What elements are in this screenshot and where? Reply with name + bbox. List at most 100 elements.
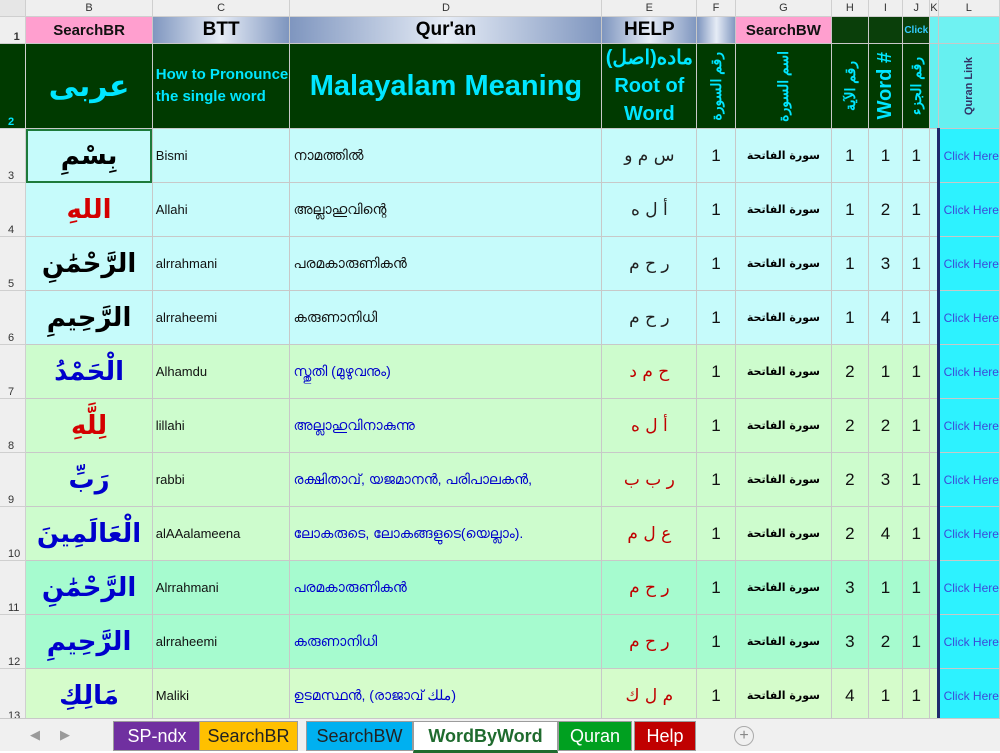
pronunciation-cell[interactable]: Maliki [152, 668, 291, 718]
surah-name-cell[interactable]: سورة الفاتحة [735, 290, 833, 345]
word-number-cell[interactable]: 2 [868, 614, 904, 669]
juz-number-cell[interactable]: 1 [902, 452, 931, 507]
quran-link-click-here[interactable]: Click Here [936, 398, 1000, 453]
pronunciation-cell[interactable]: Bismi [152, 128, 291, 183]
row-number[interactable]: 8 [0, 398, 27, 453]
arabic-word-cell[interactable]: بِسْمِ [25, 128, 153, 183]
arabic-word-cell[interactable]: اللهِ [25, 182, 153, 237]
root-word-cell[interactable]: س م و [601, 128, 698, 183]
quran-link-click-here[interactable]: Click Here [936, 182, 1000, 237]
juz-number-cell[interactable]: 1 [902, 236, 931, 291]
row-number[interactable]: 11 [0, 560, 27, 615]
cell-k[interactable] [929, 398, 939, 453]
malayalam-meaning-cell[interactable]: ഉടമസ്ഥൻ, (രാജാവ് ملك) [289, 668, 603, 718]
add-sheet-icon[interactable]: + [734, 726, 754, 746]
arabic-column-header[interactable]: عربى [25, 43, 153, 129]
malayalam-meaning-cell[interactable]: കരുണാനിധി [289, 290, 603, 345]
quran-link-header[interactable]: Quran Link [938, 43, 1000, 129]
column-header-k[interactable]: K [929, 0, 939, 17]
malayalam-meaning-cell[interactable]: അല്ലാഹുവിനാകുന്നു [289, 398, 603, 453]
ayah-number-cell[interactable]: 2 [831, 398, 869, 453]
root-word-cell[interactable]: م ل ك [601, 668, 698, 718]
pronunciation-cell[interactable]: rabbi [152, 452, 291, 507]
malayalam-meaning-cell[interactable]: അല്ലാഹുവിന്റെ [289, 182, 603, 237]
surah-number-header[interactable]: رقم السورة [696, 43, 736, 129]
root-word-cell[interactable]: ع ل م [601, 506, 698, 561]
row-number[interactable]: 12 [0, 614, 27, 669]
row-number[interactable]: 6 [0, 290, 27, 345]
surah-number-cell[interactable]: 1 [696, 344, 736, 399]
sheet-tab-quran[interactable]: Quran [558, 721, 632, 751]
surah-name-cell[interactable]: سورة الفاتحة [735, 560, 833, 615]
juz-number-cell[interactable]: 1 [902, 398, 931, 453]
pronunciation-cell[interactable]: alAAalameena [152, 506, 291, 561]
surah-name-cell[interactable]: سورة الفاتحة [735, 236, 833, 291]
pronounce-column-header[interactable]: How to Pronounce the single word [152, 43, 291, 129]
row-number[interactable]: 7 [0, 344, 27, 399]
column-header-f[interactable]: F [696, 0, 736, 17]
quran-link-click-here[interactable]: Click Here [936, 344, 1000, 399]
ayah-number-cell[interactable]: 1 [831, 236, 869, 291]
surah-name-cell[interactable]: سورة الفاتحة [735, 506, 833, 561]
root-word-cell[interactable]: ر ح م [601, 560, 698, 615]
cell-k[interactable] [929, 614, 939, 669]
cell-k[interactable] [929, 668, 939, 718]
ayah-number-cell[interactable]: 2 [831, 452, 869, 507]
surah-name-cell[interactable]: سورة الفاتحة [735, 452, 833, 507]
arabic-word-cell[interactable]: الرَّحِيمِ [25, 614, 153, 669]
arabic-word-cell[interactable]: لِلَّهِ [25, 398, 153, 453]
cell-k1[interactable] [929, 16, 939, 44]
juz-number-cell[interactable]: 1 [902, 182, 931, 237]
surah-number-cell[interactable]: 1 [696, 398, 736, 453]
ayah-number-cell[interactable]: 2 [831, 506, 869, 561]
select-all-corner[interactable] [0, 0, 27, 17]
cell-f1[interactable] [696, 16, 736, 44]
quran-link-click-here[interactable]: Click Here [936, 560, 1000, 615]
juz-number-cell[interactable]: 1 [902, 344, 931, 399]
quran-link-click-here[interactable]: Click Here [936, 236, 1000, 291]
row-number[interactable]: 4 [0, 182, 27, 237]
word-number-header[interactable]: Word # [868, 43, 904, 129]
surah-number-cell[interactable]: 1 [696, 506, 736, 561]
malayalam-meaning-cell[interactable]: സ്തുതി (മുഴുവനും) [289, 344, 603, 399]
root-word-cell[interactable]: ح م د [601, 344, 698, 399]
pronunciation-cell[interactable]: Allahi [152, 182, 291, 237]
root-of-word-header[interactable]: ماده(اصل) Root of Word [601, 43, 698, 129]
sheet-tab-searchbw[interactable]: SearchBW [306, 721, 413, 751]
pronunciation-cell[interactable]: Alrrahmani [152, 560, 291, 615]
cell-k[interactable] [929, 182, 939, 237]
searchbw-link-cell[interactable]: SearchBW [735, 16, 833, 44]
cell-k[interactable] [929, 290, 939, 345]
juz-number-header[interactable]: رقم الجزء [902, 43, 931, 129]
malayalam-meaning-cell[interactable]: പരമകാരുണികൻ [289, 236, 603, 291]
click-link-cell[interactable]: Click [902, 16, 931, 44]
ayah-number-cell[interactable]: 1 [831, 128, 869, 183]
searchbr-link-cell[interactable]: SearchBR [25, 16, 153, 44]
cell-l1[interactable] [938, 16, 1000, 44]
help-link-cell[interactable]: HELP [601, 16, 698, 44]
pronunciation-cell[interactable]: alrraheemi [152, 290, 291, 345]
word-number-cell[interactable]: 2 [868, 182, 904, 237]
column-header-g[interactable]: G [735, 0, 833, 17]
arabic-word-cell[interactable]: الْحَمْدُ [25, 344, 153, 399]
column-header-b[interactable]: B [25, 0, 153, 17]
quran-link-click-here[interactable]: Click Here [936, 506, 1000, 561]
row-number[interactable]: 5 [0, 236, 27, 291]
malayalam-meaning-header[interactable]: Malayalam Meaning [289, 43, 603, 129]
malayalam-meaning-cell[interactable]: പരമകാരുണികൻ [289, 560, 603, 615]
surah-name-cell[interactable]: سورة الفاتحة [735, 344, 833, 399]
ayah-number-header[interactable]: رقم الآية [831, 43, 869, 129]
column-header-c[interactable]: C [152, 0, 291, 17]
root-word-cell[interactable]: أ ل ه [601, 182, 698, 237]
prev-sheet-arrow-icon[interactable]: ◀ [30, 727, 40, 743]
root-word-cell[interactable]: ر ح م [601, 614, 698, 669]
arabic-word-cell[interactable]: مَالِكِ [25, 668, 153, 718]
root-word-cell[interactable]: ر ح م [601, 236, 698, 291]
sheet-tab-searchbr[interactable]: SearchBR [199, 721, 298, 751]
column-header-j[interactable]: J [902, 0, 931, 17]
root-word-cell[interactable]: ر ب ب [601, 452, 698, 507]
malayalam-meaning-cell[interactable]: കരുണാനിധി [289, 614, 603, 669]
arabic-word-cell[interactable]: الرَّحْمَٰنِ [25, 236, 153, 291]
juz-number-cell[interactable]: 1 [902, 290, 931, 345]
juz-number-cell[interactable]: 1 [902, 560, 931, 615]
